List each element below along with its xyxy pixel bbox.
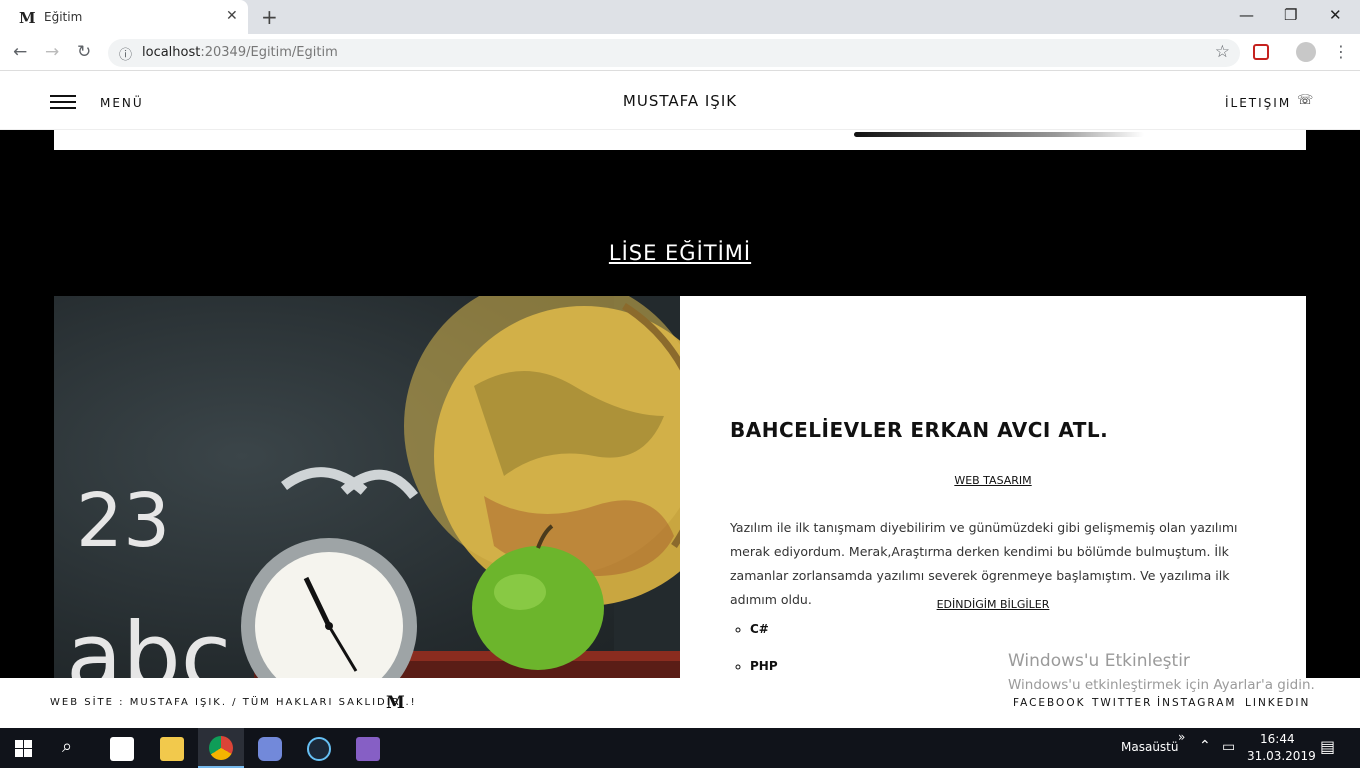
site-brand[interactable]: MUSTAFA IŞIK (0, 92, 1360, 110)
desktop-toolbar-label[interactable]: Masaüstü (1121, 740, 1178, 754)
school-name: BAHCELİEVLER ERKAN AVCI ATL. (730, 418, 1109, 442)
discord-icon[interactable] (258, 737, 282, 761)
window-close-icon[interactable]: ✕ (1329, 6, 1342, 24)
chevron-up-icon[interactable]: ⌃ (1199, 738, 1211, 754)
logo-icon: M (386, 693, 405, 713)
linkedin-link[interactable]: LINKEDIN (1245, 697, 1310, 709)
twitter-link[interactable]: TWITTER (1092, 697, 1152, 709)
toolbar-overflow-icon[interactable]: » (1178, 730, 1185, 744)
field-label: WEB TASARIM (954, 474, 1032, 487)
instagram-link[interactable]: İNSTAGRAM (1157, 697, 1236, 709)
browser-tab-strip: M Eğitim ✕ + — ❐ ✕ (0, 0, 1360, 34)
activation-watermark: Windows'u Etkinleştir Windows'u etkinleş… (1008, 651, 1315, 693)
watermark-subtitle: Windows'u etkinleştirmek için Ayarlar'a … (1008, 677, 1315, 693)
facebook-link[interactable]: FACEBOOK (1013, 697, 1085, 709)
site-header: MENÜ MUSTAFA IŞIK İLETIŞIM ☏ (0, 71, 1360, 130)
network-icon[interactable]: ▭ (1222, 739, 1235, 755)
new-tab-icon[interactable]: + (261, 5, 278, 29)
visual-studio-icon[interactable] (356, 737, 380, 761)
avatar[interactable] (1296, 42, 1316, 62)
section-title: LİSE EĞİTİMİ (608, 241, 752, 265)
notification-icon[interactable]: ▤ (1320, 737, 1335, 756)
contact-link[interactable]: İLETIŞIM (1225, 96, 1291, 110)
education-photo: 23 abc (54, 296, 680, 696)
chalk-number: 23 (76, 478, 170, 564)
watermark-title: Windows'u Etkinleştir (1008, 651, 1190, 671)
arrow-right-icon[interactable]: → (45, 42, 59, 62)
classroom-illustration: 23 abc (66, 296, 680, 696)
copyright-text: WEB SİTE : MUSTAFA IŞIK. / TÜM HAKLARI S… (50, 697, 417, 708)
learned-title: EDİNDİGİM BİLGİLER (936, 598, 1050, 611)
browser-tab[interactable]: M Eğitim ✕ (0, 0, 248, 34)
url-input[interactable]: ⓘ localhost:20349/Egitim/Egitim ☆ (108, 39, 1240, 67)
chrome-icon[interactable] (209, 736, 233, 760)
url-text: localhost:20349/Egitim/Egitim (142, 45, 338, 60)
restore-icon[interactable]: ❐ (1284, 6, 1297, 24)
taskbar-active-app[interactable] (198, 728, 244, 768)
list-item: PHP (750, 659, 778, 673)
info-icon[interactable]: ⓘ (119, 44, 132, 63)
list-item: C# (750, 622, 778, 636)
site-favicon-icon: M (19, 9, 36, 27)
steam-icon[interactable] (307, 737, 331, 761)
previous-card-bottom (54, 130, 1306, 150)
arrow-left-icon[interactable]: ← (13, 42, 27, 62)
close-icon[interactable]: ✕ (226, 8, 238, 24)
reload-icon[interactable]: ↻ (77, 42, 91, 62)
more-menu-icon[interactable]: ⋮ (1333, 42, 1349, 61)
extension-icon[interactable] (1253, 44, 1269, 60)
phone-icon[interactable]: ☏ (1297, 93, 1313, 108)
taskbar: ⌕ Masaüstü » ⌃ ▭ 16:44 31.03.2019 ▤ (0, 728, 1360, 768)
divider (854, 132, 1144, 137)
star-icon[interactable]: ☆ (1215, 42, 1230, 62)
education-card: BAHCELİEVLER ERKAN AVCI ATL. WEB TASARIM… (680, 296, 1306, 696)
page-viewport: MENÜ MUSTAFA IŞIK İLETIŞIM ☏ LİSE EĞİTİM… (0, 71, 1360, 728)
search-icon[interactable]: ⌕ (62, 736, 72, 757)
store-icon[interactable] (110, 737, 134, 761)
minimize-icon[interactable]: — (1239, 6, 1254, 24)
clock-time[interactable]: 16:44 (1260, 732, 1295, 746)
windows-start-icon[interactable] (15, 740, 32, 757)
folder-icon[interactable] (160, 737, 184, 761)
address-bar-row: ← → ↻ ⓘ localhost:20349/Egitim/Egitim ☆ (0, 34, 1360, 71)
tab-title: Eğitim (44, 10, 83, 24)
clock-date[interactable]: 31.03.2019 (1247, 749, 1316, 763)
